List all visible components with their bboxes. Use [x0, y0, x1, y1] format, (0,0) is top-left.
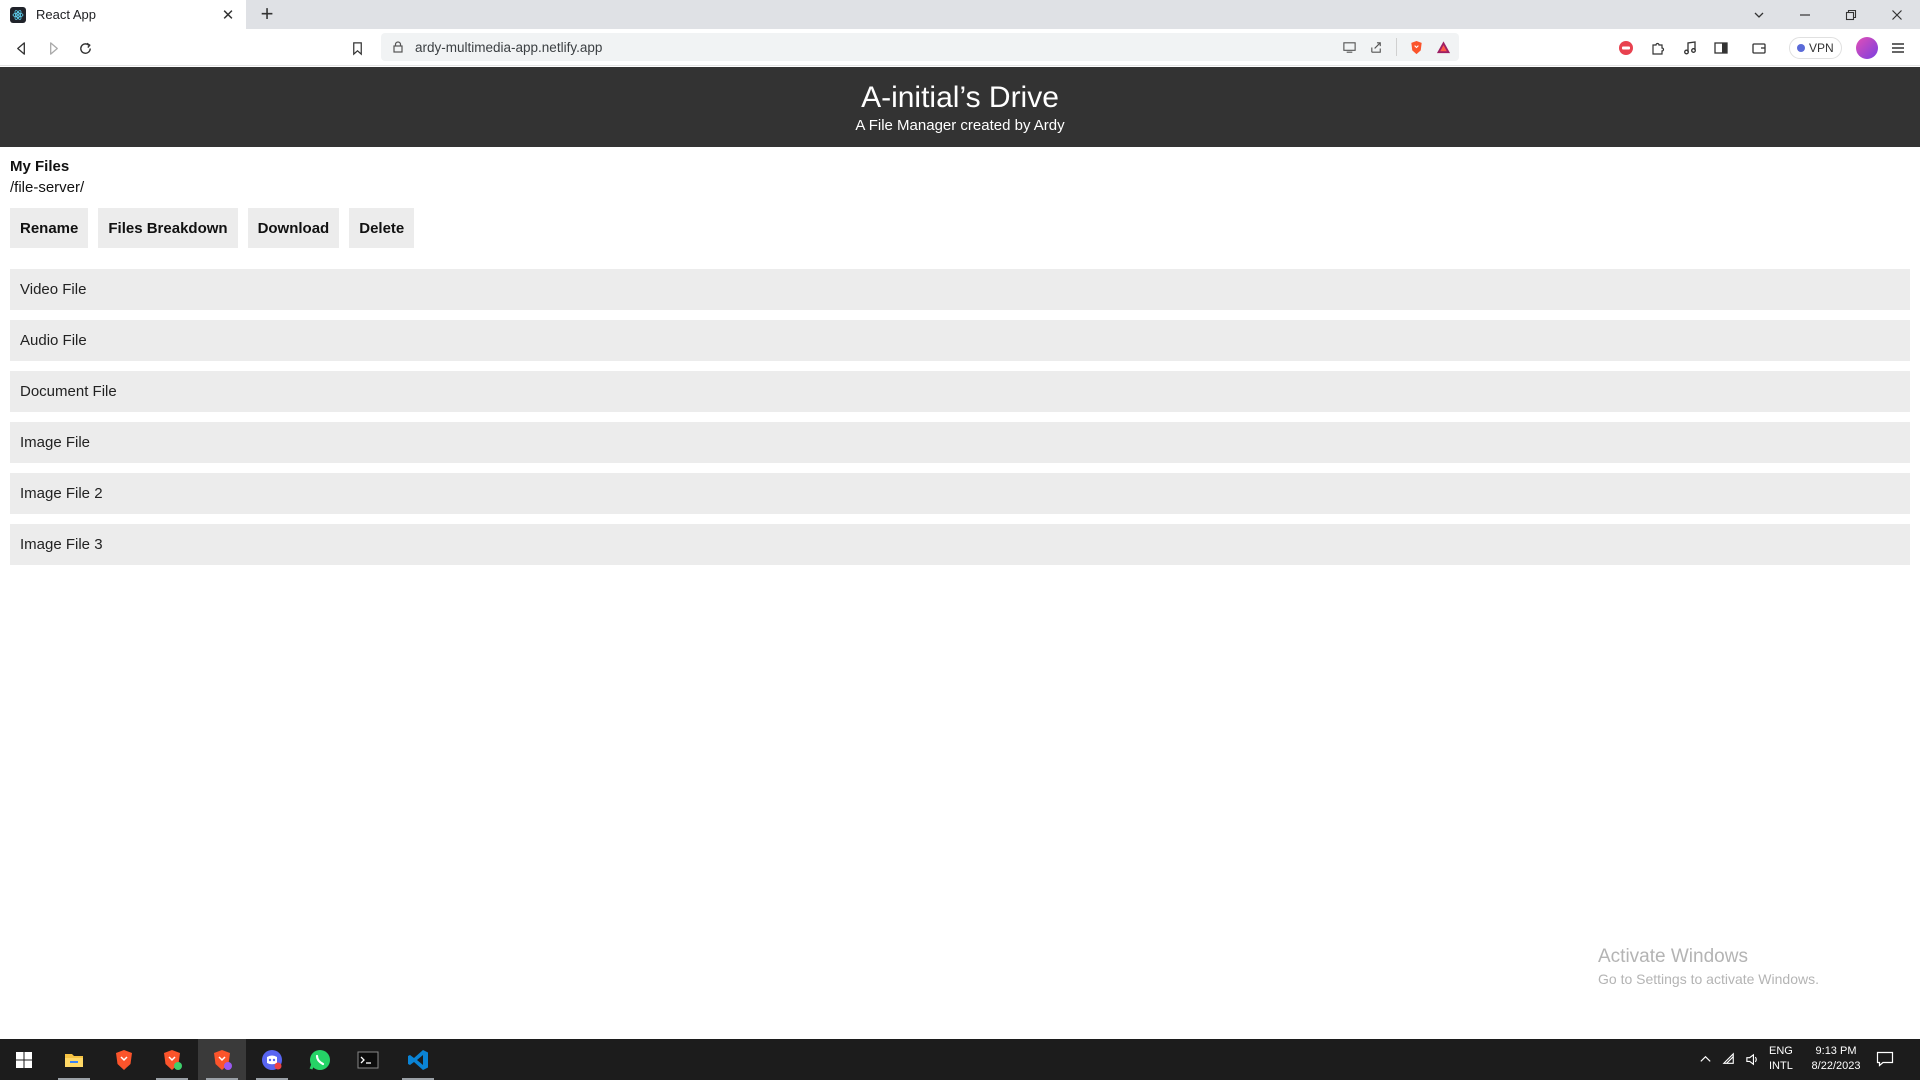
restore-icon[interactable] [1828, 0, 1874, 29]
address-bar-actions [1342, 33, 1451, 61]
bookmark-icon[interactable] [346, 37, 368, 59]
browser-tab[interactable]: React App ✕ [0, 0, 246, 29]
network-icon[interactable] [1722, 1039, 1737, 1080]
wallet-icon[interactable] [1749, 38, 1769, 58]
close-window-icon[interactable] [1874, 0, 1920, 29]
music-note-icon[interactable] [1680, 38, 1700, 58]
windows-taskbar: ENG INTL 9:13 PM 8/22/2023 [0, 1039, 1920, 1080]
share-icon[interactable] [1369, 40, 1384, 55]
forward-icon[interactable] [42, 37, 64, 59]
notification-center-icon[interactable] [1876, 1051, 1894, 1067]
keyboard-layout: INTL [1769, 1060, 1793, 1072]
language-code: ENG [1769, 1045, 1793, 1057]
vpn-button[interactable]: VPN [1789, 37, 1842, 59]
divider [1396, 38, 1397, 56]
terminal-icon[interactable] [344, 1039, 392, 1080]
delete-button[interactable]: Delete [349, 208, 415, 248]
file-manager: My Files /file-server/ Rename Files Brea… [10, 147, 1910, 575]
browser-toolbar: ardy-multimedia-app.netlify.app VPN [0, 29, 1920, 66]
section-title: My Files [10, 158, 70, 175]
sidebar-toggle-icon[interactable] [1711, 38, 1731, 58]
clock-date: 8/22/2023 [1811, 1060, 1861, 1072]
discord-icon[interactable] [248, 1039, 296, 1080]
vpn-status-icon [1797, 44, 1805, 52]
rename-button[interactable]: Rename [10, 208, 89, 248]
volume-icon[interactable] [1745, 1039, 1760, 1080]
brave-shield-icon[interactable] [1409, 40, 1424, 55]
new-tab-button[interactable]: + [256, 3, 278, 25]
brave-beta-icon[interactable] [148, 1039, 196, 1080]
file-row-image-2[interactable]: Image File 2 [10, 473, 1910, 514]
address-bar[interactable]: ardy-multimedia-app.netlify.app [381, 33, 1459, 61]
watermark-title: Activate Windows [1598, 946, 1748, 967]
file-row-video[interactable]: Video File [10, 269, 1910, 310]
tab-title: React App [36, 7, 96, 22]
clock-time: 9:13 PM [1815, 1045, 1857, 1057]
react-favicon-icon [10, 6, 26, 23]
hamburger-menu-icon[interactable] [1888, 38, 1908, 58]
download-button[interactable]: Download [247, 208, 340, 248]
tray-overflow-chevron-icon[interactable] [1698, 1039, 1713, 1080]
app-title: A-initial’s Drive [861, 81, 1059, 114]
file-row-image-3[interactable]: Image File 3 [10, 524, 1910, 565]
file-row-audio[interactable]: Audio File [10, 320, 1910, 361]
cast-icon[interactable] [1342, 40, 1357, 55]
brave-rewards-icon[interactable] [1436, 40, 1451, 55]
file-list: Video File Audio File Document File Imag… [10, 269, 1910, 565]
action-toolbar: Rename Files Breakdown Download Delete [10, 208, 1910, 248]
extension-red-icon[interactable] [1616, 38, 1636, 58]
tab-close-icon[interactable]: ✕ [220, 6, 236, 24]
profile-avatar[interactable] [1856, 37, 1878, 59]
windows-start-icon[interactable] [0, 1039, 48, 1080]
file-explorer-icon[interactable] [50, 1039, 98, 1080]
brave-nightly-icon[interactable] [198, 1039, 246, 1080]
app-header: A-initial’s Drive A File Manager created… [0, 67, 1920, 147]
app-subtitle: A File Manager created by Ardy [855, 117, 1065, 134]
clock[interactable]: 9:13 PM 8/22/2023 [1806, 1044, 1866, 1074]
current-path: /file-server/ [10, 179, 85, 196]
files-breakdown-button[interactable]: Files Breakdown [98, 208, 238, 248]
file-row-document[interactable]: Document File [10, 371, 1910, 412]
reload-icon[interactable] [74, 37, 96, 59]
extensions-puzzle-icon[interactable] [1648, 38, 1668, 58]
lock-icon [393, 41, 403, 53]
watermark-subtitle: Go to Settings to activate Windows. [1598, 971, 1819, 987]
vpn-label: VPN [1809, 41, 1834, 55]
file-row-image[interactable]: Image File [10, 422, 1910, 463]
brave-browser-icon[interactable] [100, 1039, 148, 1080]
back-icon[interactable] [10, 37, 32, 59]
browser-tab-strip: React App ✕ + [0, 0, 1920, 29]
minimize-icon[interactable] [1782, 0, 1828, 29]
vscode-icon[interactable] [394, 1039, 442, 1080]
url-text[interactable]: ardy-multimedia-app.netlify.app [415, 40, 602, 55]
activate-windows-watermark: Activate Windows Go to Settings to activ… [1598, 946, 1819, 988]
whatsapp-icon[interactable] [296, 1039, 344, 1080]
language-indicator[interactable]: ENG INTL [1769, 1044, 1793, 1074]
tab-search-chevron-icon[interactable] [1736, 0, 1782, 29]
